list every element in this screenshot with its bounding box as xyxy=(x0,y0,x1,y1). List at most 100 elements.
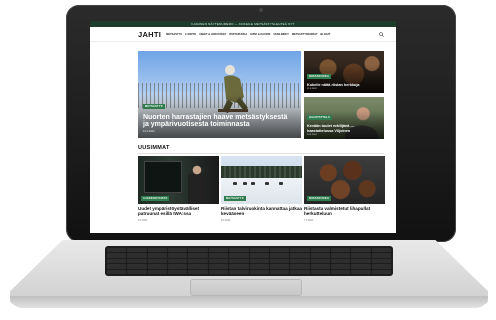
keyboard-key xyxy=(249,253,269,258)
article-card[interactable]: RIISTARUOKA Riistasta valmistetut lihapu… xyxy=(304,156,385,222)
article-card[interactable]: AJANKOHTAISTA Uudet ympäristöystävällise… xyxy=(138,156,219,222)
article-date: 8.3.2024 xyxy=(221,218,231,222)
keyboard-key xyxy=(351,269,371,274)
keyboard-key xyxy=(107,248,127,253)
keyboard-key xyxy=(229,264,249,269)
article-date: 7.3.2024 xyxy=(304,218,314,222)
keyboard-key xyxy=(107,269,127,274)
keyboard-key xyxy=(371,269,391,274)
section-heading: UUSIMMAT xyxy=(138,145,170,151)
nav-item[interactable]: LUONTO xyxy=(185,33,196,36)
keyboard xyxy=(105,246,393,276)
keyboard-key xyxy=(249,248,269,253)
article-headline[interactable]: Kevään tuulet eräilijänä — haastatteluss… xyxy=(307,124,381,133)
keyboard-key xyxy=(290,258,310,264)
keyboard-key xyxy=(127,264,147,269)
site-logo[interactable]: JAHTI xyxy=(138,30,161,39)
nav-item[interactable]: METSÄSTYS xyxy=(166,33,182,36)
keyboard-key xyxy=(269,264,290,269)
search-icon[interactable] xyxy=(379,31,384,37)
keyboard-key xyxy=(127,253,147,258)
hero-headline[interactable]: Nuorten harrastajien haave metsästyksest… xyxy=(143,114,295,129)
side-article[interactable]: RIISTARUOKA Kokeile näitä riistan herkku… xyxy=(304,51,384,93)
keyboard-key xyxy=(249,269,269,274)
article-thumbnail[interactable]: METSÄSTYS xyxy=(221,156,302,204)
nav-item[interactable]: VESILINNUT xyxy=(273,33,288,36)
category-badge[interactable]: METSÄSTYS xyxy=(143,103,165,109)
keyboard-key xyxy=(371,258,391,264)
keyboard-key xyxy=(168,248,188,253)
article-headline[interactable]: Riistasta valmistetut lihapullat herkutt… xyxy=(304,206,385,217)
keyboard-key xyxy=(351,253,371,258)
keyboard-key xyxy=(269,248,290,253)
keyboard-key xyxy=(310,264,330,269)
keyboard-key xyxy=(208,248,229,253)
article-date: 12.3.2024 xyxy=(143,130,155,133)
browser-viewport: ILMAINEN NÄYTENUMERO — KOKEILE METSÄSTYS… xyxy=(90,21,396,233)
keyboard-key xyxy=(188,258,208,264)
keyboard-key xyxy=(188,253,208,258)
keyboard-key xyxy=(127,248,147,253)
keyboard-key xyxy=(351,264,371,269)
keyboard-key xyxy=(208,253,229,258)
trackpad xyxy=(190,279,302,296)
nav-item[interactable]: RIISTARUOKA xyxy=(229,33,247,36)
keyboard-key xyxy=(290,269,310,274)
category-badge[interactable]: AJANKOHTAISTA xyxy=(141,196,170,201)
keyboard-key xyxy=(208,258,229,264)
keyboard-key xyxy=(229,253,249,258)
keyboard-key xyxy=(351,258,371,264)
keyboard-key xyxy=(330,269,351,274)
keyboard-key xyxy=(371,264,391,269)
article-headline[interactable]: Riistan talviruokinta kannattaa jatkaa k… xyxy=(221,206,302,217)
keyboard-key xyxy=(249,258,269,264)
keyboard-key xyxy=(147,258,168,264)
keyboard-key xyxy=(107,258,127,264)
keyboard-key xyxy=(269,269,290,274)
keyboard-key xyxy=(168,258,188,264)
keyboard-key xyxy=(330,264,351,269)
keyboard-key xyxy=(188,269,208,274)
keyboard-key xyxy=(168,264,188,269)
keyboard-key xyxy=(290,264,310,269)
category-badge[interactable]: RIISTARUOKA xyxy=(307,73,332,79)
nav-item[interactable]: BLOGIT xyxy=(320,33,330,36)
main-navigation: METSÄSTYS LUONTO ASEET & VARUSTEET RIIST… xyxy=(166,33,379,36)
keyboard-key xyxy=(249,264,269,269)
category-badge[interactable]: HAASTATTELU xyxy=(307,115,332,121)
keyboard-key xyxy=(290,253,310,258)
article-thumbnail[interactable]: AJANKOHTAISTA xyxy=(138,156,219,204)
side-article[interactable]: HAASTATTELU Kevään tuulet eräilijänä — h… xyxy=(304,97,384,139)
article-headline[interactable]: Kokeile näitä riistan herkkuja xyxy=(307,83,381,87)
article-headline[interactable]: Uudet ympäristöystävälliset patruunat es… xyxy=(138,206,219,217)
keyboard-key xyxy=(107,264,127,269)
nav-item[interactable]: METSÄSTYSKOIRAT xyxy=(292,33,318,36)
divider xyxy=(138,153,384,154)
category-badge[interactable]: RIISTARUOKA xyxy=(307,196,332,201)
keyboard-key xyxy=(168,269,188,274)
keyboard-key xyxy=(188,248,208,253)
keyboard-key xyxy=(310,269,330,274)
keyboard-key xyxy=(147,248,168,253)
keyboard-key xyxy=(147,269,168,274)
keyboard-key xyxy=(330,258,351,264)
article-thumbnail[interactable]: RIISTARUOKA xyxy=(304,156,385,204)
keyboard-key xyxy=(269,253,290,258)
laptop-base xyxy=(10,240,488,310)
article-date: 8.3.2024 xyxy=(138,218,148,222)
keyboard-key xyxy=(310,253,330,258)
keyboard-key xyxy=(229,269,249,274)
nav-item[interactable]: HIRVI & KAURIS xyxy=(250,33,270,36)
keyboard-key xyxy=(330,248,351,253)
nav-item[interactable]: ASEET & VARUSTEET xyxy=(199,33,226,36)
keyboard-key xyxy=(229,258,249,264)
article-card[interactable]: METSÄSTYS Riistan talviruokinta kannatta… xyxy=(221,156,302,222)
keyboard-key xyxy=(107,253,127,258)
keyboard-key xyxy=(351,248,371,253)
keyboard-key xyxy=(330,253,351,258)
category-badge[interactable]: METSÄSTYS xyxy=(224,196,246,201)
keyboard-key xyxy=(371,253,391,258)
keyboard-key xyxy=(310,258,330,264)
keyboard-key xyxy=(229,248,249,253)
hero-article[interactable]: METSÄSTYS Nuorten harrastajien haave met… xyxy=(138,51,301,138)
